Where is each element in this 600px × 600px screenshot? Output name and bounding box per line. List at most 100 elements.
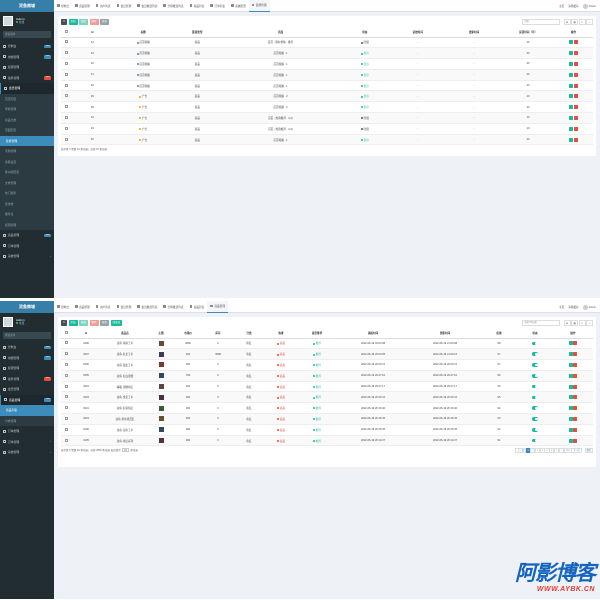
nav-tab[interactable]: 用户列表 bbox=[93, 0, 114, 12]
sidebar-item[interactable]: 系统管理 ‹ bbox=[0, 447, 54, 458]
edit-icon[interactable] bbox=[568, 352, 573, 357]
edit-icon[interactable] bbox=[569, 40, 574, 45]
row-checkbox[interactable] bbox=[64, 384, 68, 388]
sidebar-subitem[interactable]: 装修管理 bbox=[0, 135, 54, 146]
sidebar-subitem[interactable]: 热门搜索 bbox=[0, 188, 54, 199]
nav-tab[interactable]: 订单列表 bbox=[207, 0, 228, 12]
nav-tab[interactable]: 商品管理 bbox=[207, 301, 229, 313]
column-header[interactable]: 添加时间 bbox=[337, 329, 409, 339]
sidebar-subitem[interactable]: 导航管理 bbox=[0, 104, 54, 115]
edit-icon[interactable] bbox=[568, 416, 573, 421]
nav-right-item[interactable]: 清除缓存 bbox=[568, 4, 578, 8]
column-header[interactable]: 操作 bbox=[554, 28, 593, 38]
nav-tab[interactable]: 系统配置 bbox=[228, 0, 249, 12]
column-header[interactable]: 状态 bbox=[517, 329, 553, 339]
search-input[interactable]: 搜索 bbox=[522, 19, 560, 25]
edit-icon[interactable] bbox=[568, 384, 573, 389]
nav-tab[interactable]: 会员管理 bbox=[114, 301, 135, 313]
refresh-button[interactable]: ⟳ bbox=[61, 320, 67, 326]
edit-icon[interactable] bbox=[569, 72, 574, 77]
app-logo[interactable]: 双鱼商城 bbox=[0, 0, 54, 12]
row-checkbox-cell[interactable] bbox=[61, 112, 72, 124]
edit-icon[interactable] bbox=[568, 362, 573, 367]
row-checkbox-cell[interactable] bbox=[61, 47, 72, 60]
column-header[interactable]: 更新时间 bbox=[409, 329, 481, 339]
select-all-checkbox[interactable] bbox=[64, 30, 68, 34]
nav-tab[interactable]: 控制台 bbox=[54, 0, 72, 12]
product-thumbnail[interactable] bbox=[158, 438, 164, 444]
edit-icon[interactable] bbox=[568, 395, 573, 400]
nav-tab[interactable]: 商品管理 bbox=[72, 301, 93, 313]
column-header[interactable]: 是否推荐 bbox=[297, 329, 337, 339]
edit-button[interactable]: 编辑 bbox=[79, 320, 89, 326]
delete-icon[interactable] bbox=[573, 341, 578, 346]
status-toggle[interactable] bbox=[532, 395, 538, 400]
page-button[interactable]: 上一页 bbox=[515, 448, 527, 454]
export-icon[interactable]: ⇩ bbox=[578, 19, 586, 25]
edit-icon[interactable] bbox=[569, 61, 574, 66]
edit-icon[interactable] bbox=[569, 126, 574, 131]
more-button[interactable]: 更多 bbox=[100, 19, 110, 25]
row-checkbox[interactable] bbox=[64, 105, 68, 109]
edit-icon[interactable] bbox=[568, 406, 573, 411]
search-icon[interactable]: ⌕ bbox=[586, 19, 593, 25]
product-thumbnail[interactable] bbox=[158, 340, 164, 346]
columns-icon[interactable]: ▦ bbox=[571, 320, 578, 326]
column-header[interactable]: 标题 bbox=[112, 28, 174, 38]
row-checkbox-cell[interactable] bbox=[61, 348, 71, 361]
row-checkbox[interactable] bbox=[64, 427, 68, 431]
delete-icon[interactable] bbox=[573, 105, 578, 110]
delete-icon[interactable] bbox=[573, 61, 578, 66]
sidebar-item[interactable]: 权限管理 bbox=[0, 363, 54, 374]
status-toggle[interactable] bbox=[532, 417, 538, 421]
row-checkbox-cell[interactable] bbox=[61, 338, 71, 350]
edit-icon[interactable] bbox=[568, 427, 573, 432]
delete-icon[interactable] bbox=[573, 438, 578, 443]
select-all-checkbox[interactable] bbox=[64, 331, 68, 335]
edit-icon[interactable] bbox=[569, 94, 574, 99]
sidebar-subitem[interactable]: 推荐位 bbox=[0, 209, 54, 220]
sidebar-item[interactable]: 订单管理 ‹ bbox=[0, 437, 54, 448]
row-checkbox[interactable] bbox=[64, 137, 68, 141]
row-checkbox-cell[interactable] bbox=[61, 58, 72, 70]
nav-tab[interactable]: 控制台 bbox=[54, 301, 72, 313]
row-checkbox-cell[interactable] bbox=[61, 402, 71, 415]
delete-icon[interactable] bbox=[573, 406, 578, 411]
row-checkbox-cell[interactable] bbox=[61, 101, 72, 114]
row-checkbox-cell[interactable] bbox=[61, 381, 71, 393]
row-checkbox-cell[interactable] bbox=[61, 123, 72, 135]
edit-icon[interactable] bbox=[569, 137, 574, 142]
edit-icon[interactable] bbox=[569, 115, 574, 120]
status-toggle[interactable] bbox=[532, 341, 538, 346]
row-checkbox[interactable] bbox=[64, 126, 68, 130]
menu-search-input[interactable]: 搜索菜单 bbox=[3, 31, 51, 38]
nav-tab[interactable]: 用户列表 bbox=[93, 301, 114, 313]
search-icon[interactable]: ⌕ bbox=[586, 320, 593, 326]
status-toggle[interactable] bbox=[532, 438, 538, 443]
row-checkbox[interactable] bbox=[64, 352, 68, 356]
edit-icon[interactable] bbox=[569, 51, 574, 56]
row-checkbox-cell[interactable] bbox=[61, 69, 72, 81]
sidebar-subitem[interactable]: 分类管理 bbox=[0, 415, 54, 426]
row-checkbox[interactable] bbox=[64, 438, 68, 442]
product-thumbnail[interactable] bbox=[158, 373, 164, 379]
nav-tab[interactable]: 分销推送列表 bbox=[160, 0, 186, 12]
row-checkbox[interactable] bbox=[64, 341, 68, 345]
column-header[interactable]: 链接类型 bbox=[173, 28, 221, 38]
edit-icon[interactable] bbox=[568, 341, 573, 346]
column-header[interactable]: 库存 bbox=[203, 329, 233, 339]
sidebar-subitem[interactable]: 首页配置 bbox=[0, 93, 54, 104]
app-logo[interactable]: 双鱼商城 bbox=[0, 301, 54, 313]
recycle-bin-button[interactable]: 回收站 bbox=[110, 320, 123, 326]
delete-icon[interactable] bbox=[573, 40, 578, 45]
more-button[interactable]: 更多 bbox=[100, 320, 110, 326]
row-checkbox-cell[interactable] bbox=[61, 391, 71, 404]
delete-icon[interactable] bbox=[573, 362, 578, 367]
column-header[interactable]: 分类 bbox=[233, 329, 265, 339]
column-header[interactable]: 操作 bbox=[553, 329, 593, 339]
delete-icon[interactable] bbox=[573, 83, 578, 88]
refresh-button[interactable]: ⟳ bbox=[61, 19, 67, 25]
nav-tab[interactable]: 商品列表 bbox=[187, 0, 208, 12]
nav-tab[interactable]: 分销推送列表 bbox=[160, 301, 186, 313]
delete-icon[interactable] bbox=[573, 126, 578, 131]
